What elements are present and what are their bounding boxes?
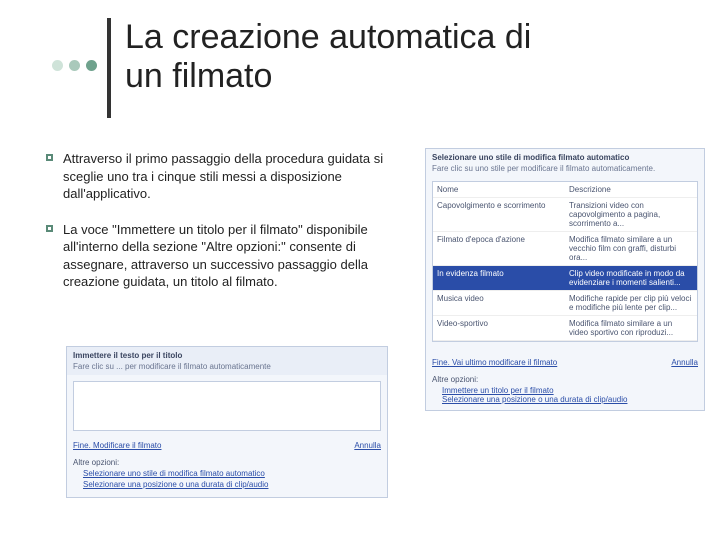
style-desc: Transizioni video con capovolgimento a p…: [565, 198, 697, 232]
style-name[interactable]: Filmato d'epoca d'azione: [433, 232, 565, 266]
nav-cancel-link[interactable]: Annulla: [671, 358, 698, 367]
bullet-icon: [69, 60, 80, 71]
nav-back-link[interactable]: Fine. Modificare il filmato: [73, 441, 161, 450]
title-divider: [107, 18, 111, 118]
style-desc: Modifica filmato similare a un video spo…: [565, 316, 697, 341]
style-listbox[interactable]: NomeDescrizione Capovolgimento e scorrim…: [432, 181, 698, 342]
col-header: Descrizione: [565, 182, 697, 198]
wizard-subheading: Fare clic su uno stile per modificare il…: [426, 164, 704, 177]
bullet-icon: [86, 60, 97, 71]
wizard-subheading: Fare clic su ... per modificare il filma…: [67, 362, 387, 375]
wizard-heading: Immettere il testo per il titolo: [67, 347, 387, 362]
options-label: Altre opzioni:: [73, 458, 381, 467]
style-desc: Modifiche rapide per clip più veloci e m…: [565, 291, 697, 316]
nav-back-link[interactable]: Fine. Vai ultimo modificare il filmato: [432, 358, 557, 367]
wizard-style-panel: Selezionare uno stile di modifica filmat…: [425, 148, 705, 411]
option-audio-link[interactable]: Selezionare una posizione o una durata d…: [442, 395, 698, 404]
square-bullet-icon: [46, 154, 53, 161]
nav-cancel-link[interactable]: Annulla: [354, 441, 381, 450]
option-enter-title-link[interactable]: Immettere un titolo per il filmato: [442, 386, 698, 395]
style-name[interactable]: Musica video: [433, 291, 565, 316]
square-bullet-icon: [46, 225, 53, 232]
paragraph: Attraverso il primo passaggio della proc…: [63, 150, 406, 203]
style-name-selected[interactable]: In evidenza filmato: [433, 266, 565, 291]
title-input[interactable]: [73, 381, 381, 431]
col-header: Nome: [433, 182, 565, 198]
wizard-title-panel: Immettere il testo per il titolo Fare cl…: [66, 346, 388, 498]
style-desc: Clip video modificate in modo da evidenz…: [565, 266, 697, 291]
options-label: Altre opzioni:: [432, 375, 698, 384]
style-desc: Modifica filmato similare a un vecchio f…: [565, 232, 697, 266]
paragraph: La voce "Immettere un titolo per il film…: [63, 221, 406, 291]
title-bullets: [52, 60, 97, 71]
option-audio-link[interactable]: Selezionare una posizione o una durata d…: [83, 480, 381, 489]
style-name[interactable]: Video-sportivo: [433, 316, 565, 341]
list-item: La voce "Immettere un titolo per il film…: [46, 221, 406, 291]
bullet-icon: [52, 60, 63, 71]
wizard-heading: Selezionare uno stile di modifica filmat…: [426, 149, 704, 164]
style-name[interactable]: Capovolgimento e scorrimento: [433, 198, 565, 232]
list-item: Attraverso il primo passaggio della proc…: [46, 150, 406, 203]
option-style-link[interactable]: Selezionare uno stile di modifica filmat…: [83, 469, 381, 478]
page-title: La creazione automatica di un filmato: [125, 18, 545, 96]
